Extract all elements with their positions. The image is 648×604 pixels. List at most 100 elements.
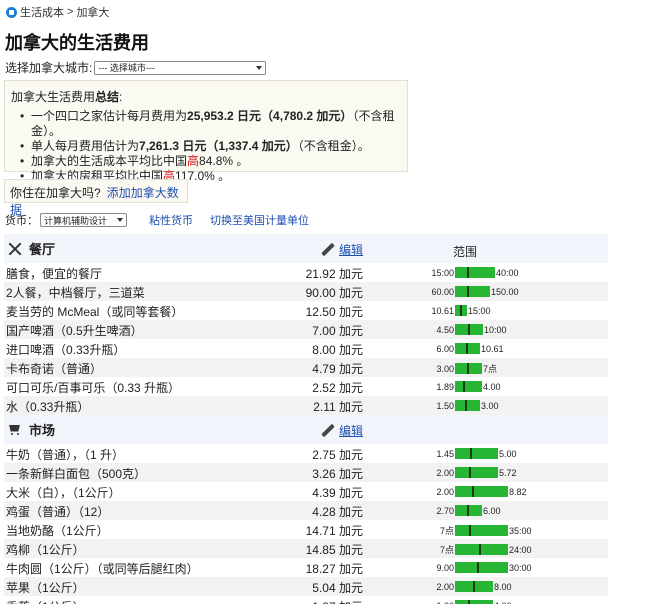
section-title-text: 餐厅 bbox=[29, 242, 56, 257]
currency-row: 货币： 计算机辅助设计 粘性货币 切换至美国计量单位 bbox=[5, 212, 309, 228]
range-low: 2.70 bbox=[436, 505, 454, 516]
range-low: 7点 bbox=[439, 526, 454, 536]
range-bar bbox=[455, 343, 480, 354]
range-bar bbox=[455, 467, 498, 478]
table-row: 牛肉圆（1公斤）（或同等后腿红肉） 18.27 加元 9.00 30:00 bbox=[4, 558, 608, 577]
price-range: 15:00 40:00 bbox=[430, 267, 519, 278]
range-low: 3.00 bbox=[436, 363, 454, 374]
table-row: 鸡蛋（普通）（12） 4.28 加元 2.70 6.00 bbox=[4, 501, 608, 520]
price-range: 2.00 5.72 bbox=[430, 467, 517, 478]
range-low: 1.89 bbox=[436, 381, 454, 392]
table-row: 进口啤酒（0.33升瓶） 8.00 加元 6.00 10.61 bbox=[4, 339, 608, 358]
range-high: 5.72 bbox=[499, 467, 517, 478]
price-range: 2.00 8.82 bbox=[430, 486, 527, 497]
range-bar bbox=[455, 305, 467, 316]
summary-item-single: 单人每月费用估计为7,261.3 日元（1,337.4 加元）（不含租金）。 bbox=[20, 139, 401, 154]
item-price: 5.04 加元 bbox=[312, 581, 363, 595]
item-name: 卡布奇诺（普通） bbox=[6, 362, 103, 376]
table-row: 鸡柳（1公斤） 14.85 加元 7点 24:00 bbox=[4, 539, 608, 558]
table-row: 卡布奇诺（普通） 4.79 加元 3.00 7点 bbox=[4, 358, 608, 377]
summary-heading-suffix: : bbox=[119, 90, 123, 104]
range-marker bbox=[467, 363, 469, 374]
summary-item-family: 一个四口之家估计每月费用为25,953.2 日元（4,780.2 加元）（不含租… bbox=[20, 109, 401, 139]
range-marker bbox=[472, 486, 474, 497]
table-row: 大米（白），（1公斤） 4.39 加元 2.00 8.82 bbox=[4, 482, 608, 501]
table-row: 国产啤酒（0.5升生啤酒） 7.00 加元 4.50 10:00 bbox=[4, 320, 608, 339]
summary-text: 84.8% 。 bbox=[199, 154, 249, 168]
summary-bold-value: 25,953.2 日元（4,780.2 加元） bbox=[187, 109, 353, 123]
item-price: 3.26 加元 bbox=[312, 467, 363, 481]
item-name: 鸡柳（1公斤） bbox=[6, 543, 85, 557]
table-row: 2人餐，中档餐厅，三道菜 90.00 加元 60.00 150.00 bbox=[4, 282, 608, 301]
item-price: 12.50 加元 bbox=[305, 305, 363, 319]
summary-bold-value: 7,261.3 日元（1,337.4 加元） bbox=[139, 139, 298, 153]
table-row: 膳食，便宜的餐厅 21.92 加元 15:00 40:00 bbox=[4, 263, 608, 282]
item-price: 4.79 加元 bbox=[312, 362, 363, 376]
summary-text: 加拿大的生活成本平均比中国 bbox=[31, 154, 188, 168]
page-title: 加拿大的生活费用 bbox=[5, 33, 149, 53]
range-marker bbox=[467, 505, 469, 516]
range-marker bbox=[469, 525, 471, 536]
item-name: 鸡蛋（普通）（12） bbox=[6, 505, 110, 519]
summary-highlight: 高 bbox=[187, 154, 200, 168]
range-high: 4.00 bbox=[494, 601, 512, 604]
price-range: 60.00 150.00 bbox=[430, 286, 519, 297]
item-name: 牛肉圆（1公斤）（或同等后腿红肉） bbox=[6, 562, 199, 576]
breadcrumb-home-link[interactable]: 生活成本 bbox=[20, 4, 64, 20]
summary-text: （不含租金）。 bbox=[297, 139, 370, 153]
range-high: 24:00 bbox=[509, 544, 532, 555]
price-range: 10.61 15:00 bbox=[430, 305, 491, 316]
range-high: 8.82 bbox=[509, 486, 527, 497]
summary-box: 加拿大生活费用总结: 一个四口之家估计每月费用为25,953.2 日元（4,78… bbox=[4, 80, 408, 184]
fork-knife-icon bbox=[8, 242, 23, 256]
live-question: 你住在加拿大吗? bbox=[10, 186, 101, 200]
range-bar bbox=[455, 544, 508, 555]
range-low: 1.00 bbox=[430, 601, 454, 604]
price-range: 4.50 10:00 bbox=[430, 324, 507, 335]
range-low: 60.00 bbox=[431, 286, 454, 297]
range-low: 1.50 bbox=[436, 400, 454, 411]
range-low: 6.00 bbox=[436, 343, 454, 354]
range-marker bbox=[466, 343, 468, 354]
item-price: 4.28 加元 bbox=[312, 505, 363, 519]
range-marker bbox=[473, 581, 475, 592]
range-marker bbox=[479, 544, 481, 555]
range-bar bbox=[455, 581, 493, 592]
live-in-country-box: 你住在加拿大吗? 添加加拿大数据 bbox=[4, 179, 188, 217]
range-low: 1.45 bbox=[436, 448, 454, 459]
item-price: 7.00 加元 bbox=[312, 324, 363, 338]
range-marker bbox=[469, 467, 471, 478]
edit-button[interactable]: 编辑 bbox=[320, 241, 363, 258]
breadcrumb-current: 加拿大 bbox=[76, 7, 110, 19]
range-marker bbox=[463, 381, 465, 392]
currency-select[interactable]: 计算机辅助设计 bbox=[40, 213, 127, 227]
range-bar bbox=[455, 505, 482, 516]
range-high: 6.00 bbox=[483, 505, 501, 516]
item-price: 8.00 加元 bbox=[312, 343, 363, 357]
price-range: 9.00 30:00 bbox=[430, 562, 532, 573]
table-row: 苹果（1公斤） 5.04 加元 2.00 8.00 bbox=[4, 577, 608, 596]
section-title: 餐厅 bbox=[8, 239, 55, 258]
price-range: 1.89 4.00 bbox=[430, 381, 501, 392]
range-marker bbox=[467, 267, 469, 278]
price-range: 2.00 8.00 bbox=[430, 581, 512, 592]
price-range: 3.00 7点 bbox=[430, 362, 497, 375]
range-bar bbox=[455, 267, 495, 278]
sticky-currency-link[interactable]: 粘性货币 bbox=[149, 212, 193, 228]
edit-button[interactable]: 编辑 bbox=[320, 422, 363, 439]
us-units-link[interactable]: 切换至美国计量单位 bbox=[210, 212, 309, 228]
range-bar bbox=[455, 381, 482, 392]
home-icon[interactable] bbox=[6, 6, 17, 18]
summary-heading: 加拿大生活费用总结: bbox=[11, 88, 401, 105]
city-select[interactable]: --- 选择城市--- bbox=[94, 60, 267, 75]
table-row: 麦当劳的 McMeal（或同等套餐） 12.50 加元 10.61 15:00 bbox=[4, 301, 608, 320]
summary-text: 单人每月费用估计为 bbox=[31, 139, 140, 153]
pencil-icon bbox=[320, 424, 334, 438]
item-name: 苹果（1公斤） bbox=[6, 581, 85, 595]
city-select-label: 选择加拿大城市: bbox=[5, 61, 93, 75]
range-bar bbox=[455, 400, 480, 411]
item-name: 大米（白），（1公斤） bbox=[6, 486, 121, 500]
table-row: 牛奶（普通），（1 升） 2.75 加元 1.45 5.00 bbox=[4, 444, 608, 463]
range-bar bbox=[455, 486, 508, 497]
range-low: 4.50 bbox=[436, 324, 454, 335]
